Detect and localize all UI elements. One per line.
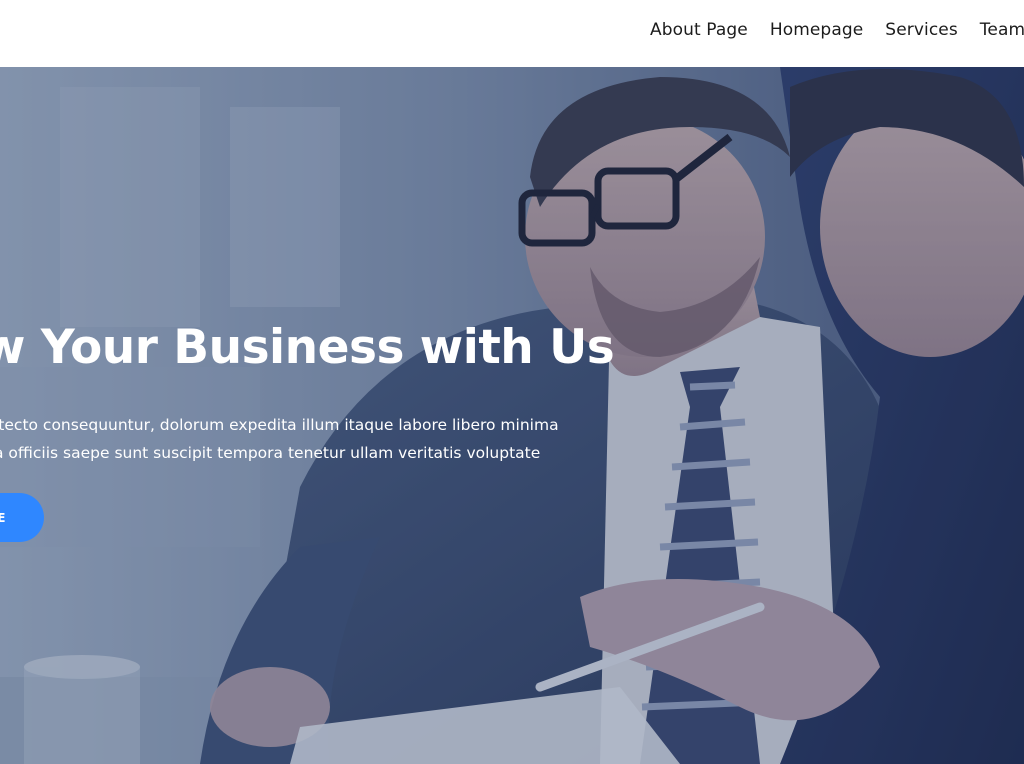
hero-description-line-1: itecto consequuntur, dolorum expedita il…: [0, 416, 559, 434]
hero-section: w Your Business with Us itecto consequun…: [0, 67, 1024, 764]
page: About Page Homepage Services Team I: [0, 0, 1024, 764]
nav-item-services[interactable]: Services: [885, 20, 958, 40]
site-header: About Page Homepage Services Team I: [0, 0, 1024, 67]
main-nav: About Page Homepage Services Team I: [650, 20, 1024, 40]
nav-item-about-page[interactable]: About Page: [650, 20, 748, 40]
hero-title: w Your Business with Us: [0, 320, 615, 375]
hero-description: itecto consequuntur, dolorum expedita il…: [0, 411, 594, 467]
hero-description-line-2: a officiis saepe sunt suscipit tempora t…: [0, 444, 541, 462]
nav-item-team[interactable]: Team I: [980, 20, 1024, 40]
nav-item-homepage[interactable]: Homepage: [770, 20, 863, 40]
